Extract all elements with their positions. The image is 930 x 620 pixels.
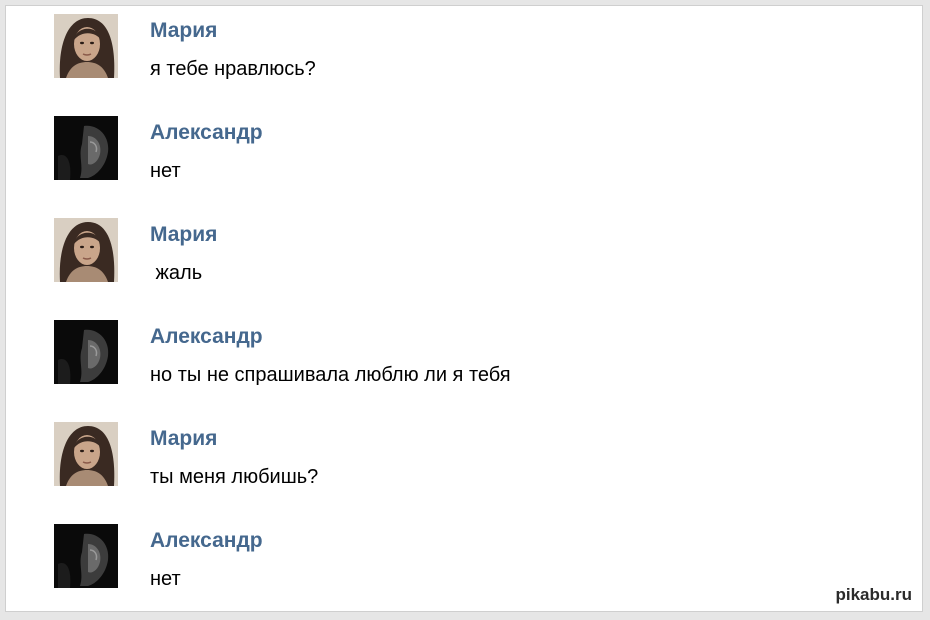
chat-window: Мария я тебе нравлюсь? Александр нет Мар…: [5, 5, 923, 612]
message-author[interactable]: Александр: [150, 121, 263, 145]
message-text: нет: [150, 160, 181, 182]
message-item: Александр нет: [54, 518, 854, 590]
message-item: Александр нет: [54, 110, 854, 182]
message-author[interactable]: Александр: [150, 325, 263, 349]
message-text: но ты не спрашивала люблю ли я тебя: [150, 364, 511, 386]
message-author[interactable]: Мария: [150, 223, 217, 247]
message-item: Мария жаль: [54, 212, 854, 284]
avatar-alexander[interactable]: [54, 116, 118, 180]
avatar-maria[interactable]: [54, 422, 118, 486]
pikabu-watermark: pikabu.ru: [835, 585, 912, 604]
message-text: я тебе нравлюсь?: [150, 58, 316, 80]
message-author[interactable]: Александр: [150, 529, 263, 553]
avatar-alexander[interactable]: [54, 524, 118, 588]
message-text: нет: [150, 568, 181, 590]
avatar-alexander[interactable]: [54, 320, 118, 384]
message-item: Мария я тебе нравлюсь?: [54, 8, 854, 80]
avatar-maria[interactable]: [54, 218, 118, 282]
message-item: Александр но ты не спрашивала люблю ли я…: [54, 314, 854, 386]
avatar-maria[interactable]: [54, 14, 118, 78]
message-text: ты меня любишь?: [150, 466, 319, 488]
message-text: жаль: [150, 262, 203, 284]
message-author[interactable]: Мария: [150, 19, 217, 43]
message-item: Мария ты меня любишь?: [54, 416, 854, 488]
message-author[interactable]: Мария: [150, 427, 217, 451]
